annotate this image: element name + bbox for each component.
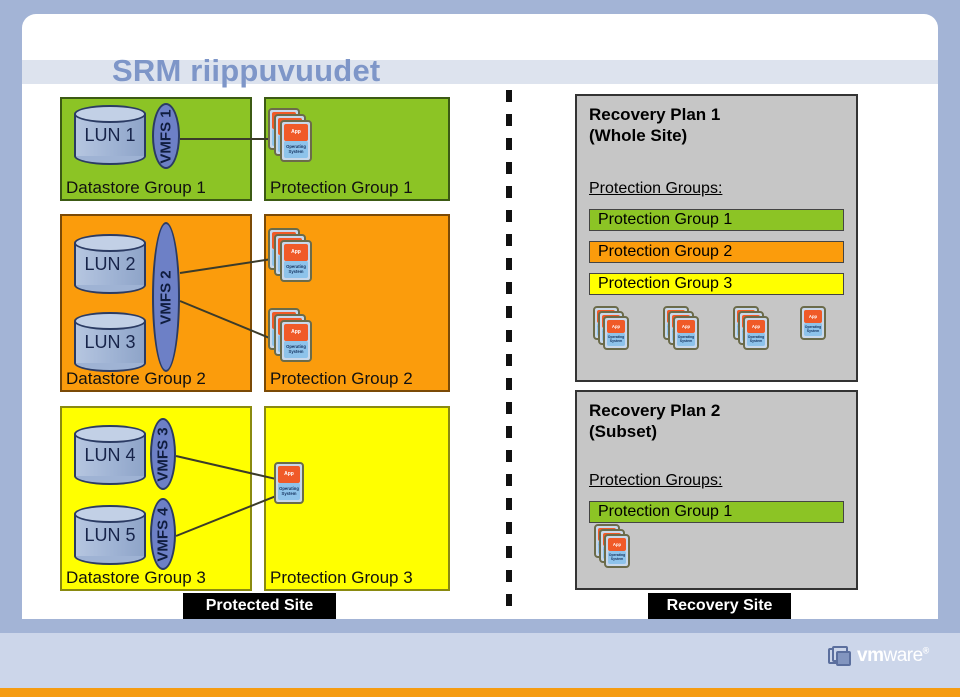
vm-card: AppOperating System <box>800 306 826 340</box>
lun-label: LUN 3 <box>84 331 136 352</box>
vmware-wordmark: vmware® <box>857 645 929 666</box>
datastore-group-label: Datastore Group 1 <box>66 178 206 197</box>
vm-stack: AppOperating SystemAppOperating SystemAp… <box>733 306 769 350</box>
vm-os-section: Operating System <box>804 323 822 336</box>
vm-card: AppOperating System <box>673 316 699 350</box>
vm-stack: App Operating System <box>800 306 826 340</box>
vm-app-section: App <box>278 466 300 483</box>
datastore-group-label: Datastore Group 3 <box>66 568 206 587</box>
vm-card: AppOperating System <box>603 316 629 350</box>
vm-app-section: App <box>607 320 625 334</box>
vm-card: AppOperating System <box>604 534 630 568</box>
protection-groups-heading: Protection Groups: <box>589 472 723 489</box>
vm-stack: AppOperating SystemAppOperating SystemAp… <box>268 108 312 162</box>
vmware-logo: vmware® <box>828 645 929 667</box>
connector-line <box>180 138 272 140</box>
footer-accent-stripe <box>0 688 960 697</box>
protection-group-chip[interactable]: Protection Group 1 <box>589 501 844 523</box>
vm-os-section: Operating System <box>284 141 308 158</box>
protection-groups-heading: Protection Groups: <box>589 180 723 197</box>
recovery-plan-title: Recovery Plan 2 (Subset) <box>589 401 721 441</box>
vm-os-section: Operating System <box>608 551 626 564</box>
vm-card: AppOperating System <box>743 316 769 350</box>
protected-site-label: Protected Site <box>183 593 336 619</box>
vm-stack: AppOperating SystemAppOperating SystemAp… <box>663 306 699 350</box>
vm-app-section: App <box>804 310 822 324</box>
lun-cylinder: LUN 1 <box>74 105 146 165</box>
protection-group-label: Protection Group 3 <box>270 568 413 587</box>
vm-os-section: Operating System <box>284 261 308 278</box>
protection-group-chip[interactable]: Protection Group 1 <box>589 209 844 231</box>
vm-stack: App Operating System <box>274 462 304 504</box>
vmfs-label: VMFS 2 <box>157 269 175 325</box>
vm-os-section: Operating System <box>607 333 625 346</box>
vm-stack: AppOperating SystemAppOperating SystemAp… <box>594 524 630 568</box>
vmfs-ellipse: VMFS 4 <box>150 498 176 570</box>
vmfs-ellipse: VMFS 2 <box>152 222 180 372</box>
protection-group-chip[interactable]: Protection Group 3 <box>589 273 844 295</box>
vmfs-ellipse: VMFS 3 <box>150 418 176 490</box>
vm-os-section: Operating System <box>747 333 765 346</box>
lun-cylinder: LUN 5 <box>74 505 146 565</box>
vm-app-section: App <box>747 320 765 334</box>
vmfs-ellipse: VMFS 1 <box>152 103 180 169</box>
lun-cylinder: LUN 3 <box>74 312 146 372</box>
recovery-site-label: Recovery Site <box>648 593 791 619</box>
vm-card: AppOperating System <box>280 320 312 362</box>
vm-os-section: Operating System <box>677 333 695 346</box>
vm-app-section: App <box>284 324 308 341</box>
protection-group-label: Protection Group 2 <box>270 369 413 388</box>
vm-app-section: App <box>608 538 626 552</box>
vm-stack: AppOperating SystemAppOperating SystemAp… <box>268 308 312 362</box>
lun-label: LUN 2 <box>84 253 136 274</box>
vm-app-section: App <box>677 320 695 334</box>
page-title: SRM riippuvuudet <box>112 53 381 88</box>
lun-label: LUN 1 <box>84 124 136 145</box>
vmfs-label: VMFS 1 <box>157 108 175 164</box>
lun-cylinder: LUN 2 <box>74 234 146 294</box>
lun-label: LUN 4 <box>84 444 136 465</box>
vm-card: AppOperating System <box>280 120 312 162</box>
vm-stack: AppOperating SystemAppOperating SystemAp… <box>268 228 312 282</box>
vmfs-label: VMFS 3 <box>154 426 172 482</box>
vm-os-section: Operating System <box>278 483 300 500</box>
vm-stack: AppOperating SystemAppOperating SystemAp… <box>593 306 629 350</box>
lun-cylinder: LUN 4 <box>74 425 146 485</box>
vm-card: AppOperating System <box>280 240 312 282</box>
recovery-plan-title: Recovery Plan 1 (Whole Site) <box>589 105 721 145</box>
vm-app-section: App <box>284 244 308 261</box>
vmfs-label: VMFS 4 <box>154 506 172 562</box>
vmware-logo-icon <box>828 645 851 667</box>
lun-label: LUN 5 <box>84 524 136 545</box>
protection-group-label: Protection Group 1 <box>270 178 413 197</box>
slide-root: SRM riippuvuudet Datastore Group 1 Protec… <box>0 0 960 697</box>
protection-group-chip[interactable]: Protection Group 2 <box>589 241 844 263</box>
vm-app-section: App <box>284 124 308 141</box>
site-divider-dashed-line <box>506 90 512 610</box>
vm-card: AppOperating System <box>274 462 304 504</box>
vm-os-section: Operating System <box>284 341 308 358</box>
